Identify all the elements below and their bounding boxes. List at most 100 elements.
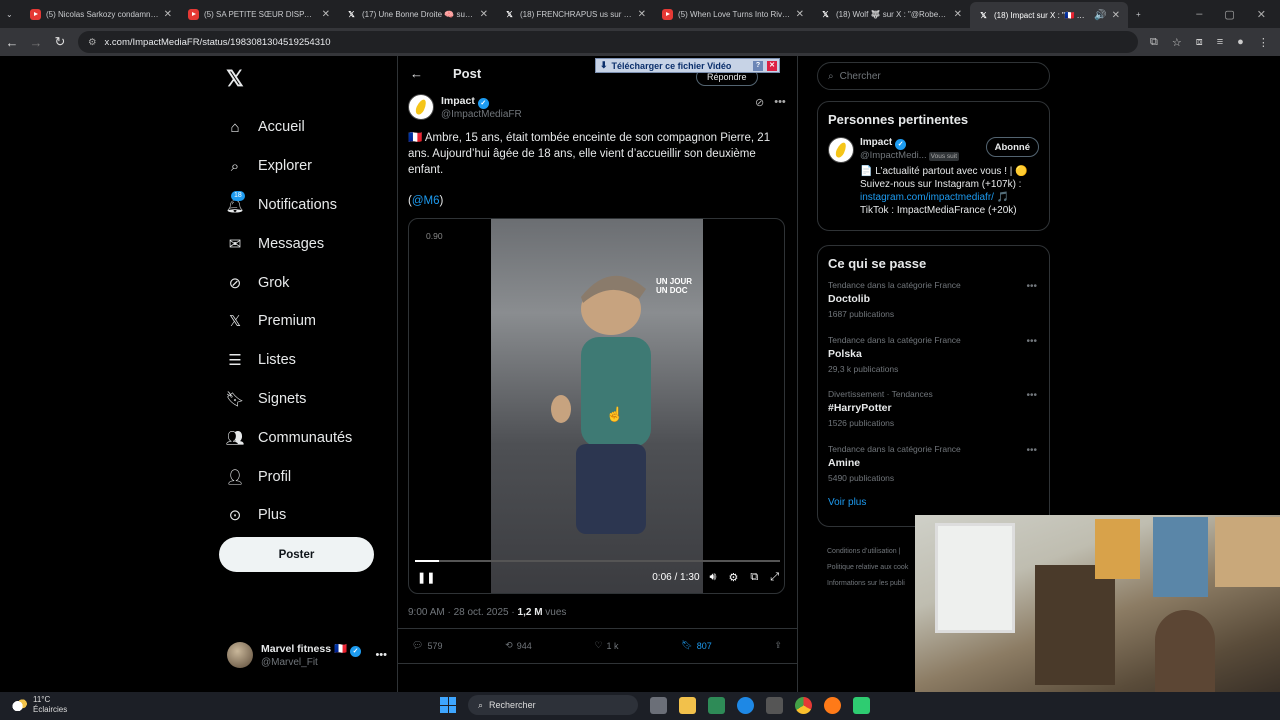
footer-link[interactable]: Informations sur les publi <box>827 576 908 592</box>
account-switcher[interactable]: Marvel fitness 🇫🇷 ✓ @Marvel_Fit ••• <box>227 642 387 668</box>
tweet-author[interactable]: Impact ✓ @ImpactMediaFR <box>408 94 522 120</box>
more-icon[interactable]: ••• <box>1026 390 1037 401</box>
more-icon[interactable]: ••• <box>1026 445 1037 456</box>
browser-tab-active[interactable]: 𝕏 (18) Impact sur X : "🇫🇷 Amb 🔊 ✕ <box>970 2 1128 28</box>
x-icon: 𝕏 <box>228 313 242 331</box>
chrome-icon[interactable] <box>795 696 812 714</box>
tabs-icon[interactable]: ≡ <box>1217 36 1223 49</box>
reply-action[interactable]: 💬︎ 579 <box>412 640 442 651</box>
url-field[interactable]: ⚙ x.com/ImpactMediaFR/status/19830813045… <box>78 31 1138 53</box>
close-icon[interactable]: ✕ <box>767 60 777 71</box>
close-icon[interactable]: ✕ <box>638 9 646 20</box>
avatar[interactable] <box>828 137 854 163</box>
verified-icon: ✓ <box>350 646 362 657</box>
more-icon[interactable]: ••• <box>1026 336 1037 347</box>
x-logo[interactable]: 𝕏 <box>226 66 244 92</box>
windows-start-icon[interactable] <box>440 697 456 713</box>
edge-icon[interactable] <box>737 696 754 714</box>
bookmark-action[interactable]: 🔖︎ 807 <box>681 640 711 651</box>
taskbar-search[interactable]: ⌕ Rechercher <box>468 695 638 715</box>
help-icon[interactable]: ? <box>753 60 763 71</box>
like-action[interactable]: ♡ 1 k <box>594 640 618 651</box>
close-icon[interactable]: ✕ <box>796 9 804 20</box>
trend-item[interactable]: Divertissement · Tendances #HarryPotter 15… <box>818 382 1049 437</box>
more-icon[interactable]: ••• <box>774 96 786 109</box>
browser-tab[interactable]: (5) Nicolas Sarkozy condamné... ✕ <box>22 3 180 25</box>
app-icon[interactable] <box>853 696 870 714</box>
search-input[interactable]: ⌕ Chercher <box>817 62 1050 90</box>
trend-item[interactable]: Tendance dans la catégorie France Polska 2… <box>818 328 1049 383</box>
address-bar-row: ← → ↻ ⚙ x.com/ImpactMediaFR/status/19830… <box>0 28 1280 56</box>
volume-icon[interactable]: 🔊︎ <box>710 571 717 584</box>
browser-tab[interactable]: (5) When Love Turns Into Rivalr ✕ <box>654 3 812 25</box>
nav-item-messages[interactable]: ✉ Messages <box>226 224 352 263</box>
weather-widget[interactable]: 11°C Éclaircies <box>12 695 67 715</box>
repost-action[interactable]: ⟲ 944 <box>505 640 532 651</box>
install-icon[interactable]: ⧉ <box>1150 36 1158 49</box>
pip-icon[interactable]: ⧉ <box>750 571 758 584</box>
pause-icon[interactable]: ❚❚ <box>417 571 435 584</box>
post-button[interactable]: Poster <box>219 537 374 572</box>
tab-list-button[interactable]: ⌄ <box>0 3 22 25</box>
nav-item-notifications[interactable]: 🔔︎ 18 Notifications <box>225 186 352 225</box>
grok-icon[interactable]: ⊘ <box>755 96 764 109</box>
more-icon[interactable]: ••• <box>375 649 387 661</box>
nav-item-premium[interactable]: 𝕏 Premium <box>226 302 352 341</box>
file-explorer-icon[interactable] <box>679 696 696 714</box>
nav-item-communautes[interactable]: 👥︎ Communautés <box>225 418 352 457</box>
bookmark-icon: 🔖︎ <box>225 390 245 408</box>
browser-tab[interactable]: 𝕏 (18) Wolf 🐺 sur X : "@RobertH ✕ <box>812 3 970 25</box>
menu-icon[interactable]: ⋮ <box>1258 36 1269 49</box>
maximize-icon[interactable]: ▢ <box>1224 8 1234 21</box>
firefox-icon[interactable] <box>824 696 841 714</box>
footer-link[interactable]: Politique relative aux cook <box>827 560 908 576</box>
nav-item-plus[interactable]: ⊙ Plus <box>226 496 352 535</box>
browser-tab[interactable]: 𝕏 (17) Une Bonne Droite 🧠 sur X ✕ <box>338 3 496 25</box>
back-icon[interactable]: ← <box>0 35 24 50</box>
new-tab-button[interactable]: + <box>1128 3 1152 25</box>
heart-icon: ♡ <box>594 640 603 650</box>
more-icon[interactable]: ••• <box>1026 281 1037 292</box>
nav-item-profil[interactable]: 👤︎ Profil <box>225 457 352 496</box>
footer-link[interactable]: Conditions d’utilisation | <box>827 544 908 560</box>
share-action[interactable]: ⇪ <box>774 640 782 651</box>
store-icon[interactable] <box>766 696 783 714</box>
nav-item-accueil[interactable]: ⌂ Accueil <box>226 108 352 147</box>
close-window-icon[interactable]: ✕ <box>1257 8 1266 21</box>
show-more-link[interactable]: Voir plus <box>818 491 1049 514</box>
profile-icon[interactable]: ● <box>1237 36 1244 49</box>
close-icon[interactable]: ✕ <box>1112 10 1120 21</box>
video-player[interactable]: 0.90 UN JOUR UN DOC ❚❚ 0:06 / 1:30 🔊︎ ⚙ ⧉… <box>408 218 785 594</box>
site-info-icon[interactable]: ⚙ <box>88 37 97 48</box>
close-icon[interactable]: ✕ <box>322 9 330 20</box>
task-view-icon[interactable] <box>650 696 667 714</box>
speaker-icon[interactable]: 🔊 <box>1094 10 1106 21</box>
browser-tab[interactable]: 𝕏 (18) FRENCHRAPUS us sur X : " ✕ <box>496 3 654 25</box>
nav-item-explorer[interactable]: ⌕ Explorer <box>226 147 352 186</box>
video-frame[interactable]: UN JOUR UN DOC <box>491 219 703 593</box>
mention-link[interactable]: @M6 <box>412 195 440 207</box>
trend-item[interactable]: Tendance dans la catégorie France Doctoli… <box>818 273 1049 328</box>
download-video-bar[interactable]: ⬇ Télécharger ce fichier Vidéo ? ✕ <box>595 58 780 73</box>
close-icon[interactable]: ✕ <box>480 9 488 20</box>
trend-item[interactable]: Tendance dans la catégorie France Amine 54… <box>818 437 1049 492</box>
nav-item-grok[interactable]: ⊘ Grok <box>226 263 352 302</box>
nvidia-icon[interactable] <box>708 696 725 714</box>
minimize-icon[interactable]: – <box>1196 8 1202 21</box>
video-progress-fill <box>415 560 439 562</box>
fullscreen-icon[interactable]: ⤢ <box>770 571 779 584</box>
star-icon[interactable]: ☆ <box>1172 36 1182 49</box>
extensions-icon[interactable]: ⧈ <box>1196 36 1203 49</box>
nav-item-signets[interactable]: 🔖︎ Signets <box>225 380 352 419</box>
settings-icon[interactable]: ⚙ <box>728 571 738 584</box>
following-button[interactable]: Abonné <box>985 137 1039 157</box>
nav-item-listes[interactable]: ☰ Listes <box>226 341 352 380</box>
close-icon[interactable]: ✕ <box>954 9 962 20</box>
reload-icon[interactable]: ↻ <box>48 34 72 50</box>
close-icon[interactable]: ✕ <box>164 9 172 20</box>
forward-icon[interactable]: → <box>24 35 48 50</box>
browser-tab[interactable]: (5) SA PETITE SŒUR DISPARAÎT ✕ <box>180 3 338 25</box>
back-arrow-icon[interactable]: ← <box>410 66 423 81</box>
bio-link[interactable]: instagram.com/impactmediafr/ <box>860 192 994 203</box>
video-progress-track[interactable] <box>415 560 780 562</box>
